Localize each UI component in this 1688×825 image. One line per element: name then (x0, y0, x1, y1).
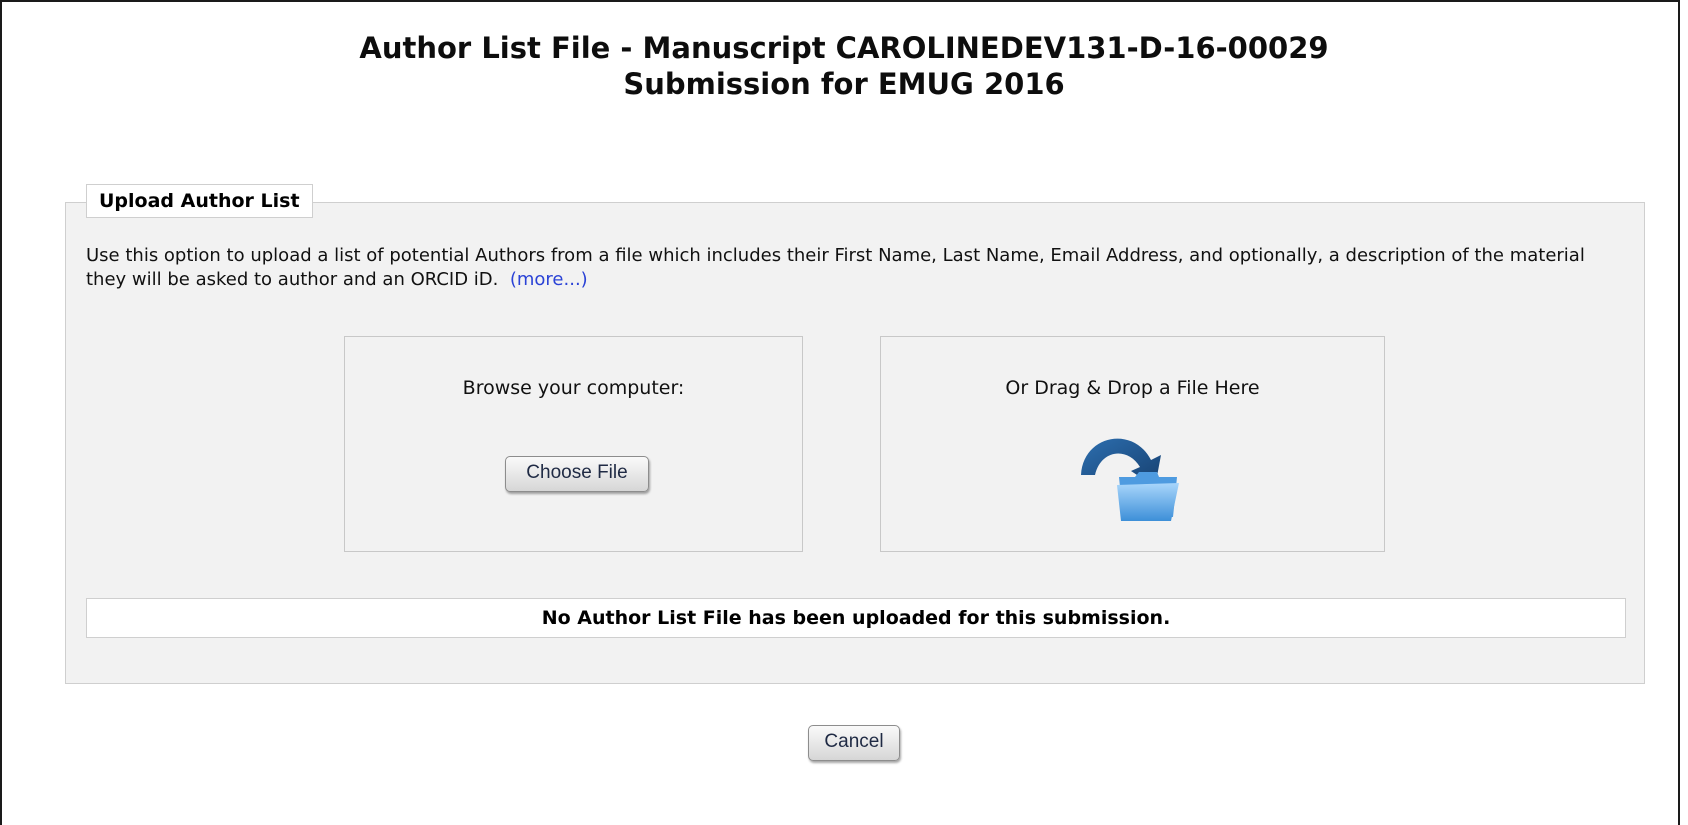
choose-file-button[interactable]: Choose File (505, 456, 649, 492)
upload-description-text: Use this option to upload a list of pote… (86, 245, 1585, 290)
page-title: Author List File - Manuscript CAROLINEDE… (0, 30, 1688, 102)
browse-label: Browse your computer: (462, 377, 685, 399)
upload-panel-legend: Upload Author List (86, 184, 313, 218)
more-link[interactable]: (more...) (510, 269, 588, 290)
browse-box: Browse your computer: Choose File (344, 336, 803, 552)
upload-description: Use this option to upload a list of pote… (86, 244, 1626, 292)
drop-zone[interactable]: Or Drag & Drop a File Here (880, 336, 1385, 552)
folder-drop-icon (1081, 438, 1179, 521)
page-title-line2: Submission for EMUG 2016 (623, 67, 1065, 101)
cancel-button[interactable]: Cancel (808, 725, 900, 761)
page-title-line1: Author List File - Manuscript CAROLINEDE… (359, 31, 1329, 65)
upload-status: No Author List File has been uploaded fo… (86, 598, 1626, 638)
drop-label: Or Drag & Drop a File Here (1005, 377, 1260, 399)
